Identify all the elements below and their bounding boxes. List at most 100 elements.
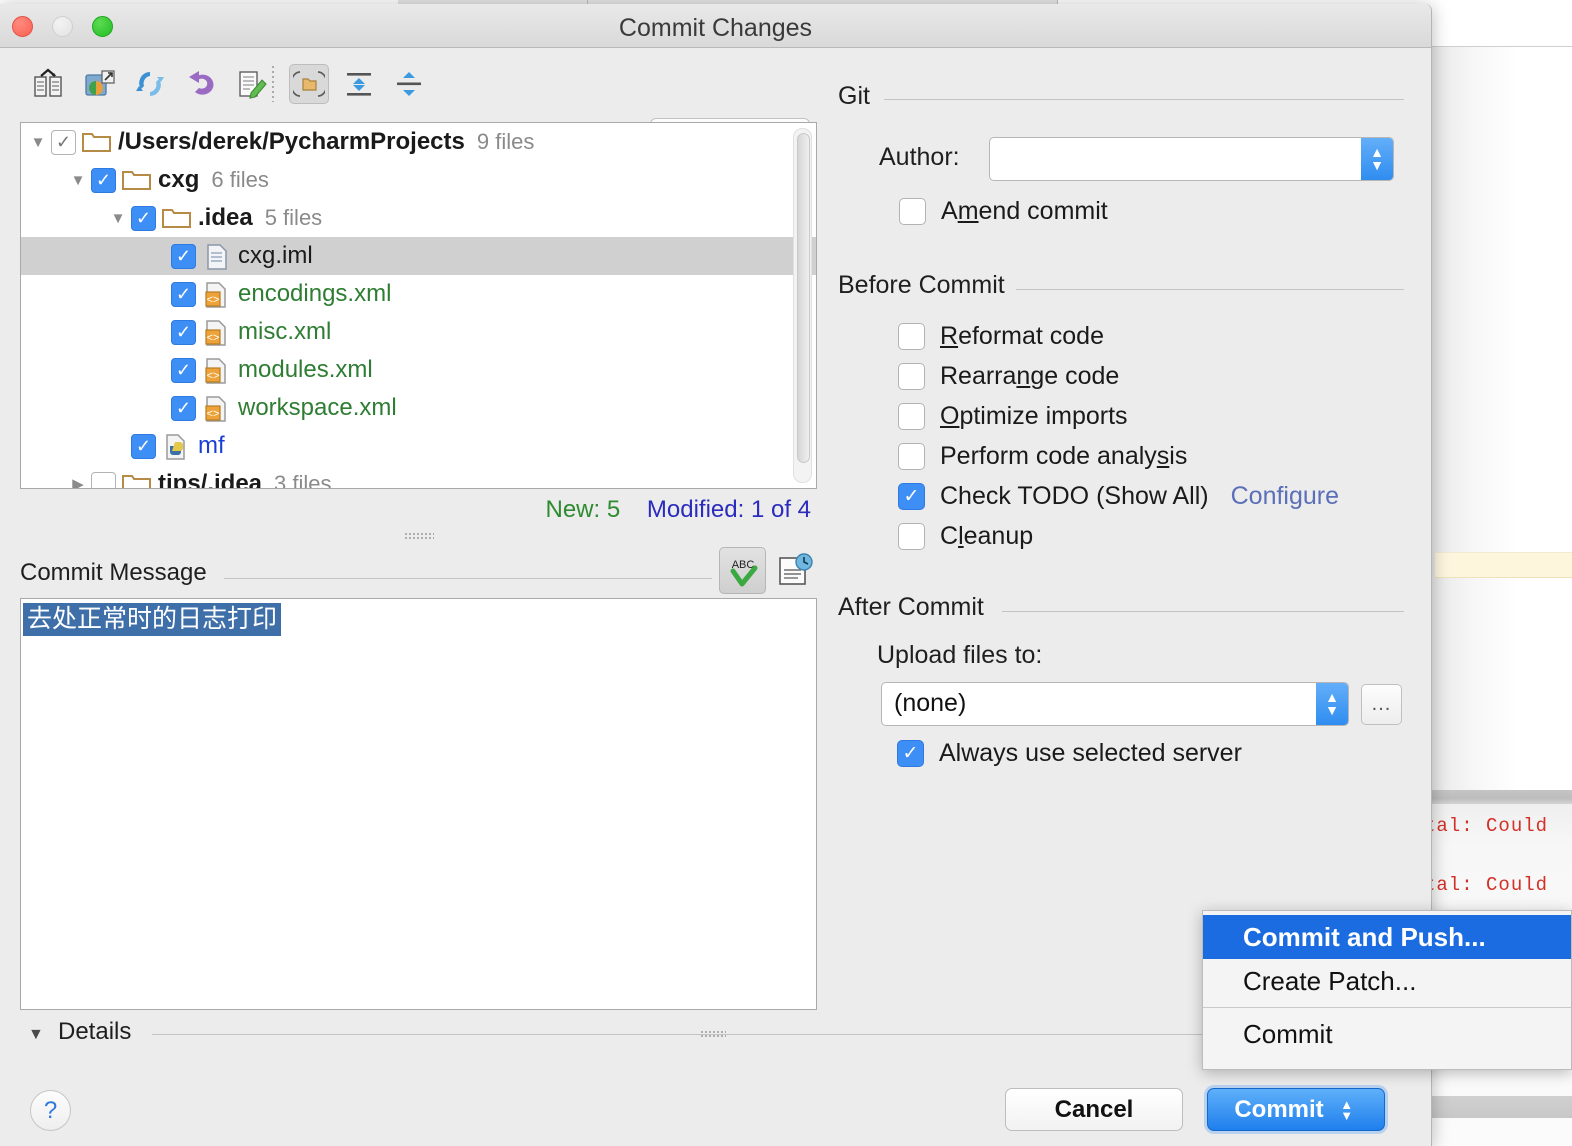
tree-row-label: tips/.idea [158, 470, 262, 489]
tree-row-checkbox[interactable]: ✓ [171, 282, 196, 307]
amend-commit-checkbox-box[interactable] [899, 198, 926, 225]
tree-twisty-spacer [145, 362, 171, 379]
dialog-title: Commit Changes [0, 14, 1431, 43]
tree-row[interactable]: ▼✓ /Users/derek/PycharmProjects 9 files [21, 123, 816, 161]
tree-twisty-expanded-icon[interactable]: ▼ [105, 210, 131, 227]
tree-row[interactable]: ✓<>misc.xml [21, 313, 816, 351]
xml-file-icon: <> [202, 396, 232, 420]
tree-twisty-expanded-icon[interactable]: ▼ [25, 134, 51, 151]
author-input[interactable] [990, 138, 1361, 180]
tree-row[interactable]: ✓ cxg.iml [21, 237, 816, 275]
group-by-directory-icon[interactable] [289, 64, 329, 104]
menu-item[interactable]: Commit and Push... [1203, 915, 1571, 959]
abc-spellcheck-icon[interactable]: ABC [719, 547, 766, 594]
tree-row-checkbox[interactable]: ✓ [131, 206, 156, 231]
dialog-toolbar: Change list: Default ▲▼ [0, 48, 1431, 110]
changes-tree-rows: ▼✓/Users/derek/PycharmProjects9 files▼✓c… [21, 123, 816, 489]
python-file-icon [162, 434, 192, 458]
tree-row[interactable]: ✓<>modules.xml [21, 351, 816, 389]
dialog-titlebar[interactable]: Commit Changes [0, 4, 1431, 48]
tree-twisty-spacer [145, 324, 171, 341]
tree-twisty-collapsed-icon[interactable]: ▶ [65, 475, 91, 489]
before-commit-option[interactable]: Cleanup [898, 522, 1033, 551]
before-commit-option[interactable]: ✓Check TODO (Show All)Configure [898, 482, 1339, 511]
tree-row-file-count: 9 files [477, 129, 534, 155]
always-use-server-checkbox[interactable]: ✓ Always use selected server [897, 739, 1242, 768]
commit-message-input[interactable]: 去处正常时的日志打印 [20, 598, 817, 1010]
before-commit-option[interactable]: Reformat code [898, 322, 1104, 351]
file-icon [202, 244, 232, 268]
upload-more-button[interactable]: ... [1361, 684, 1402, 725]
menu-separator [1203, 1007, 1571, 1008]
tree-row[interactable]: ✓ mf [21, 427, 816, 465]
collapse-all-icon[interactable] [389, 64, 429, 104]
tree-scrollbar[interactable] [793, 128, 812, 483]
amend-commit-checkbox[interactable]: Amend commit [899, 197, 1108, 226]
tree-row-label: cxg.iml [238, 242, 313, 270]
before-commit-checkbox[interactable] [898, 323, 925, 350]
always-use-server-checkbox-box[interactable]: ✓ [897, 740, 924, 767]
console-error-line-1: tal: Could [1424, 815, 1548, 837]
before-commit-checkbox[interactable] [898, 443, 925, 470]
author-stepper-icon[interactable]: ▲▼ [1361, 138, 1393, 180]
details-resize-grip[interactable] [700, 1030, 726, 1038]
menu-item[interactable]: Commit [1203, 1012, 1571, 1056]
commit-dropdown-menu[interactable]: Commit and Push...Create Patch... Commit [1202, 910, 1572, 1070]
tree-twisty-spacer [145, 400, 171, 417]
before-commit-option[interactable]: Optimize imports [898, 402, 1128, 431]
tree-row[interactable]: ▼✓cxg6 files [21, 161, 816, 199]
upload-server-dropdown[interactable]: (none) ▲▼ [881, 682, 1349, 726]
message-history-icon[interactable] [774, 550, 816, 592]
xml-file-icon: <> [202, 282, 232, 306]
background-editor [1432, 46, 1572, 791]
revert-icon[interactable] [181, 64, 221, 104]
commit-chevron-updown-icon[interactable]: ▲▼ [1336, 1099, 1358, 1121]
tree-twisty-expanded-icon[interactable]: ▼ [65, 172, 91, 189]
tree-twisty-spacer [105, 438, 131, 455]
before-commit-checkbox[interactable] [898, 523, 925, 550]
cancel-button[interactable]: Cancel [1005, 1088, 1183, 1131]
tree-resize-grip[interactable] [404, 532, 434, 540]
changes-tree[interactable]: ▼✓/Users/derek/PycharmProjects9 files▼✓c… [20, 122, 817, 489]
console-error-line-2: tal: Could [1424, 874, 1548, 896]
svg-text:<>: <> [207, 294, 220, 306]
tree-row[interactable]: ✓<>encodings.xml [21, 275, 816, 313]
tree-row[interactable]: ✓<>workspace.xml [21, 389, 816, 427]
refresh-icon[interactable] [130, 64, 170, 104]
details-twisty-icon[interactable]: ▼ [28, 1026, 44, 1044]
tree-row-checkbox[interactable]: ✓ [171, 358, 196, 383]
author-label: Author: [879, 143, 960, 172]
tree-row-checkbox[interactable]: ✓ [171, 320, 196, 345]
move-to-changelist-icon[interactable] [232, 64, 272, 104]
expand-all-icon[interactable] [339, 64, 379, 104]
help-button[interactable]: ? [30, 1090, 71, 1131]
tree-row-checkbox[interactable]: ✓ [51, 130, 76, 155]
tree-row[interactable]: ▶ tips/.idea 3 files [21, 465, 816, 489]
before-commit-checkbox[interactable] [898, 363, 925, 390]
tree-row-label: mf [198, 432, 225, 460]
tree-row-checkbox[interactable]: ✓ [91, 168, 116, 193]
tree-row-file-count: 3 files [274, 471, 331, 489]
configure-link[interactable]: Configure [1231, 482, 1339, 511]
tree-row-label: /Users/derek/PycharmProjects [118, 128, 465, 156]
tree-row-checkbox[interactable]: ✓ [131, 434, 156, 459]
menu-item[interactable]: Create Patch... [1203, 959, 1571, 1003]
commit-button[interactable]: Commit ▲▼ [1207, 1088, 1385, 1131]
details-label[interactable]: Details [58, 1018, 131, 1046]
before-commit-option[interactable]: Rearrange code [898, 362, 1119, 391]
folder-icon [162, 206, 192, 230]
before-commit-label: Perform code analysis [940, 442, 1187, 471]
tree-row-checkbox[interactable] [91, 472, 116, 490]
upload-stepper-icon[interactable]: ▲▼ [1316, 683, 1348, 725]
before-commit-option[interactable]: Perform code analysis [898, 442, 1187, 471]
before-commit-checkbox[interactable]: ✓ [898, 483, 925, 510]
before-commit-checkbox[interactable] [898, 403, 925, 430]
author-combobox[interactable]: ▲▼ [989, 137, 1394, 181]
tree-row-checkbox[interactable]: ✓ [171, 396, 196, 421]
open-repository-version-icon[interactable] [79, 64, 119, 104]
tree-row-label: modules.xml [238, 356, 373, 384]
show-diff-icon[interactable] [28, 64, 68, 104]
tree-scrollbar-thumb[interactable] [797, 133, 810, 463]
tree-row[interactable]: ▼✓.idea5 files [21, 199, 816, 237]
tree-row-checkbox[interactable]: ✓ [171, 244, 196, 269]
